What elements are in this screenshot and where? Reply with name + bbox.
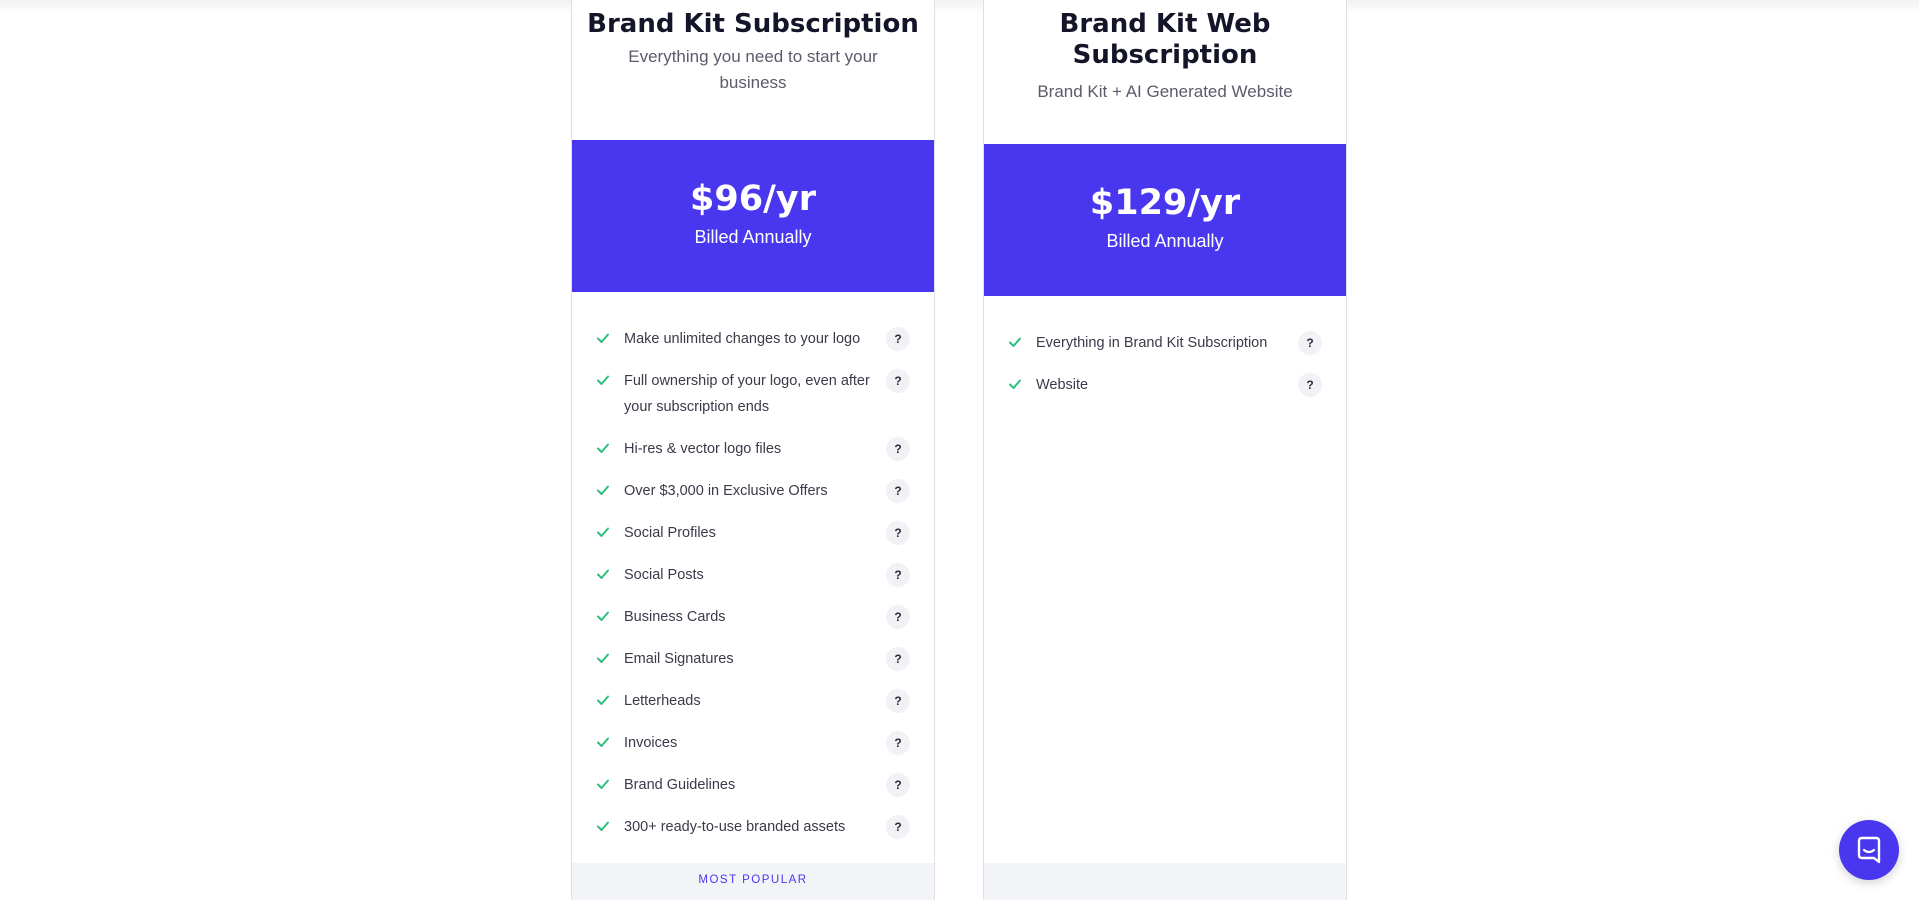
help-icon[interactable]: ? (886, 369, 910, 393)
help-icon[interactable]: ? (886, 605, 910, 629)
feature-item: 300+ ready-to-use branded assets ? (596, 814, 910, 840)
pricing-page: Brand Kit Subscription Everything you ne… (0, 0, 1919, 900)
check-icon (597, 653, 609, 663)
plan-subtitle: Everything you need to start your busine… (628, 47, 878, 92)
chat-launcher-button[interactable] (1839, 820, 1899, 880)
help-icon[interactable]: ? (886, 731, 910, 755)
check-icon (1009, 379, 1021, 389)
feature-label: Over $3,000 in Exclusive Offers (624, 483, 828, 499)
plan-subtitle: Brand Kit + AI Generated Website (1037, 82, 1293, 101)
help-icon[interactable]: ? (886, 689, 910, 713)
feature-label: Social Profiles (624, 525, 716, 541)
check-icon (597, 485, 609, 495)
feature-item: Brand Guidelines ? (596, 772, 910, 798)
feature-item: Social Posts ? (596, 562, 910, 588)
help-icon[interactable]: ? (1298, 331, 1322, 355)
feature-item: Everything in Brand Kit Subscription ? (1008, 330, 1322, 356)
feature-label: Everything in Brand Kit Subscription (1036, 335, 1268, 351)
help-icon[interactable]: ? (1298, 373, 1322, 397)
check-icon (597, 527, 609, 537)
check-icon (597, 375, 609, 385)
check-icon (597, 333, 609, 343)
help-icon[interactable]: ? (886, 479, 910, 503)
help-icon[interactable]: ? (886, 773, 910, 797)
feature-item: Business Cards ? (596, 604, 910, 630)
check-icon (597, 695, 609, 705)
feature-list: Make unlimited changes to your logo ? Fu… (572, 292, 934, 840)
check-icon (597, 821, 609, 831)
help-icon[interactable]: ? (886, 563, 910, 587)
plan-footer (984, 863, 1346, 900)
chat-bubble-icon (1857, 836, 1881, 864)
feature-item: Full ownership of your logo, even after … (596, 368, 910, 420)
help-icon[interactable]: ? (886, 815, 910, 839)
feature-label: Social Posts (624, 567, 704, 583)
price-band: $129/yr Billed Annually (984, 144, 1346, 296)
plan-card-brand-kit: Brand Kit Subscription Everything you ne… (571, 0, 935, 900)
feature-item: Invoices ? (596, 730, 910, 756)
feature-item: Email Signatures ? (596, 646, 910, 672)
feature-label: Email Signatures (624, 651, 734, 667)
feature-item: Over $3,000 in Exclusive Offers ? (596, 478, 910, 504)
feature-label: Letterheads (624, 693, 701, 709)
help-icon[interactable]: ? (886, 327, 910, 351)
feature-label: Business Cards (624, 609, 726, 625)
feature-label: Invoices (624, 735, 678, 751)
plan-price: $96/yr (690, 179, 816, 219)
feature-item: Make unlimited changes to your logo ? (596, 326, 910, 352)
plan-header: Brand Kit Subscription Everything you ne… (572, 0, 934, 140)
check-icon (597, 611, 609, 621)
check-icon (597, 737, 609, 747)
feature-label: Hi-res & vector logo files (624, 441, 782, 457)
plan-header: Brand Kit Web Subscription Brand Kit + A… (984, 0, 1346, 144)
feature-list: Everything in Brand Kit Subscription ? W… (984, 296, 1346, 398)
feature-item: Letterheads ? (596, 688, 910, 714)
check-icon (1009, 337, 1021, 347)
billing-period: Billed Annually (1106, 231, 1224, 251)
feature-label: Make unlimited changes to your logo (624, 331, 861, 347)
billing-period: Billed Annually (694, 227, 812, 247)
plan-card-brand-kit-web: Brand Kit Web Subscription Brand Kit + A… (983, 0, 1347, 900)
price-band: $96/yr Billed Annually (572, 140, 934, 292)
feature-label: 300+ ready-to-use branded assets (624, 819, 846, 835)
feature-label: Brand Guidelines (624, 777, 736, 793)
help-icon[interactable]: ? (886, 521, 910, 545)
plan-title: Brand Kit Web Subscription (1059, 9, 1271, 70)
check-icon (597, 569, 609, 579)
help-icon[interactable]: ? (886, 437, 910, 461)
feature-item: Website ? (1008, 372, 1322, 398)
plan-price: $129/yr (1089, 183, 1241, 223)
feature-label: Full ownership of your logo, even after … (624, 373, 870, 415)
help-icon[interactable]: ? (886, 647, 910, 671)
feature-item: Hi-res & vector logo files ? (596, 436, 910, 462)
check-icon (597, 443, 609, 453)
plan-title: Brand Kit Subscription (587, 9, 919, 39)
header-shadow (0, 0, 1919, 14)
feature-label: Website (1036, 377, 1089, 393)
check-icon (597, 779, 609, 789)
most-popular-banner: MOST POPULAR (572, 863, 934, 900)
feature-item: Social Profiles ? (596, 520, 910, 546)
